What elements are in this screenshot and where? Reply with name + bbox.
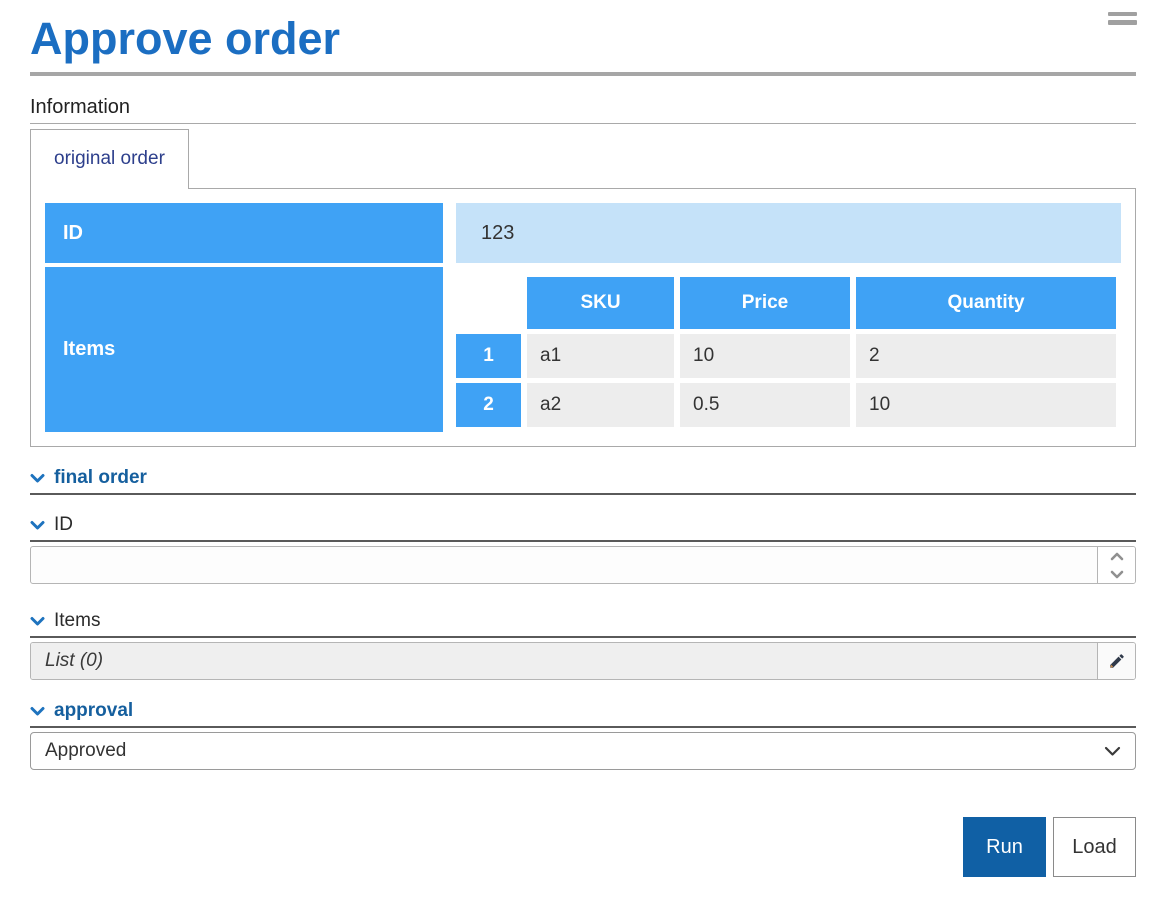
hamburger-bar [1108, 20, 1137, 25]
load-button[interactable]: Load [1053, 817, 1136, 877]
final-order-divider [30, 493, 1136, 495]
order-table: ID 123 Items SKU Price Quantity 1 a1 10 … [45, 203, 1121, 432]
spinner-up-button[interactable] [1098, 547, 1135, 565]
cell-sku: a1 [527, 334, 674, 378]
run-button[interactable]: Run [963, 817, 1046, 877]
column-header-sku: SKU [527, 277, 674, 329]
chevron-down-icon [30, 706, 45, 717]
order-items-value-cell: SKU Price Quantity 1 a1 10 2 2 a2 0.5 10 [456, 267, 1121, 432]
action-bar: Run Load [30, 817, 1136, 877]
items-list-value: List (0) [31, 643, 1097, 679]
chevron-down-icon [1110, 570, 1124, 579]
pencil-icon [1108, 652, 1126, 670]
cell-sku: a2 [527, 383, 674, 427]
tab-original-order[interactable]: original order [30, 129, 189, 189]
original-order-panel: ID 123 Items SKU Price Quantity 1 a1 10 … [30, 188, 1136, 447]
order-items-label-cell: Items [45, 267, 443, 432]
items-table-corner [456, 277, 521, 329]
row-index: 2 [456, 383, 521, 427]
approval-heading: approval [54, 700, 133, 722]
cell-quantity: 10 [856, 383, 1116, 427]
column-header-quantity: Quantity [856, 277, 1116, 329]
tab-bar: original order [30, 129, 1136, 188]
approval-divider [30, 726, 1136, 728]
order-id-label-cell: ID [45, 203, 443, 263]
final-order-heading: final order [54, 467, 147, 489]
cell-price: 0.5 [680, 383, 850, 427]
final-order-section-toggle[interactable]: final order [30, 467, 1136, 489]
chevron-down-icon [30, 520, 45, 531]
chevron-down-icon [30, 473, 45, 484]
items-heading: Items [54, 610, 100, 632]
items-divider [30, 636, 1136, 638]
order-id-value-cell: 123 [456, 203, 1121, 263]
approval-select[interactable]: Approved [30, 732, 1136, 770]
chevron-down-icon [1104, 746, 1121, 757]
items-table: SKU Price Quantity 1 a1 10 2 2 a2 0.5 10 [456, 277, 1121, 427]
information-label: Information [30, 96, 1136, 118]
id-section-toggle[interactable]: ID [30, 514, 1136, 536]
hamburger-bar [1108, 12, 1137, 16]
items-section-toggle[interactable]: Items [30, 610, 1136, 632]
page-title: Approve order [30, 12, 1136, 66]
id-input[interactable] [31, 547, 1097, 583]
spinner-down-button[interactable] [1098, 565, 1135, 583]
title-divider [30, 72, 1136, 76]
id-number-field [30, 546, 1136, 584]
cell-quantity: 2 [856, 334, 1116, 378]
cell-price: 10 [680, 334, 850, 378]
id-divider [30, 540, 1136, 542]
information-divider [30, 123, 1136, 124]
row-index: 1 [456, 334, 521, 378]
approval-section-toggle[interactable]: approval [30, 700, 1136, 722]
id-heading: ID [54, 514, 73, 536]
chevron-down-icon [30, 616, 45, 627]
hamburger-icon[interactable] [1108, 12, 1137, 29]
edit-items-button[interactable] [1097, 643, 1135, 679]
id-spinner [1097, 547, 1135, 583]
approve-order-page: Approve order Information original order… [0, 12, 1176, 902]
column-header-price: Price [680, 277, 850, 329]
items-list-field: List (0) [30, 642, 1136, 680]
approval-selected-value: Approved [45, 740, 1104, 762]
chevron-up-icon [1110, 552, 1124, 561]
